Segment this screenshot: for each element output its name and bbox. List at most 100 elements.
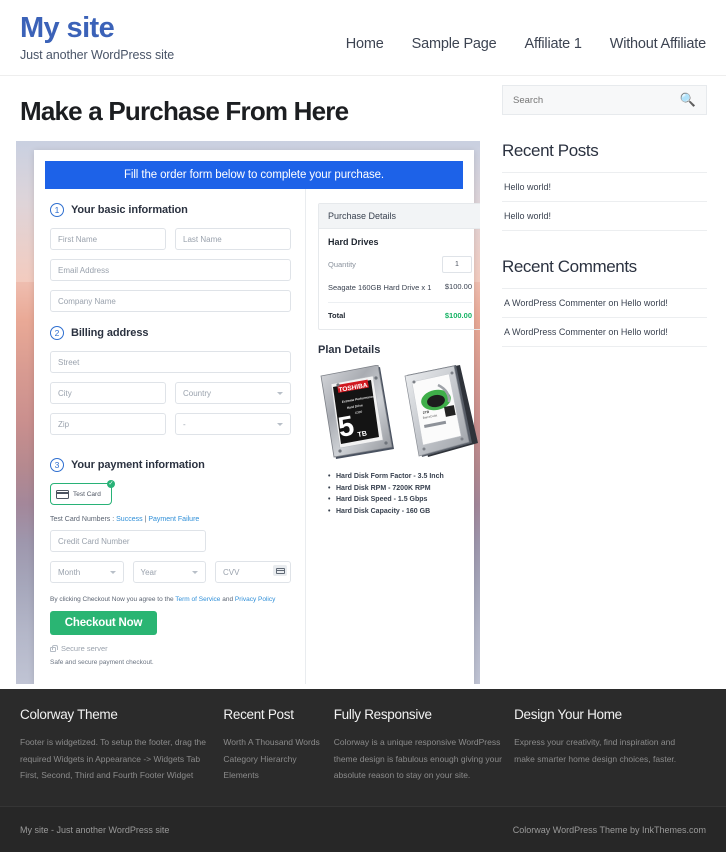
chevron-down-icon xyxy=(277,422,283,426)
step-3-number: 3 xyxy=(50,458,64,472)
nav-item-affiliate-1[interactable]: Affiliate 1 xyxy=(525,36,582,52)
page-body: Make a Purchase From Here Fill the order… xyxy=(0,76,726,684)
nav-item-sample-page[interactable]: Sample Page xyxy=(412,36,497,52)
footer-theme-credit: Colorway WordPress Theme by InkThemes.co… xyxy=(512,824,706,835)
search-input[interactable] xyxy=(513,94,680,106)
safe-checkout-note: Safe and secure payment checkout. xyxy=(50,659,154,666)
search-widget[interactable]: 🔍 xyxy=(502,85,707,115)
footer-column-text: Colorway is a unique responsive WordPres… xyxy=(333,737,502,781)
step-2-number: 2 xyxy=(50,326,64,340)
main-navigation: Home Sample Page Affiliate 1 Without Aff… xyxy=(346,12,708,52)
lock-icon xyxy=(50,645,58,652)
plan-spec-list: Hard Disk Form Factor - 3.5 Inch Hard Di… xyxy=(318,471,480,517)
spec-item: Hard Disk Form Factor - 3.5 Inch xyxy=(328,471,480,483)
list-item[interactable]: A WordPress Commenter on Hello world! xyxy=(502,317,707,347)
email-address-input[interactable]: Email Address xyxy=(50,259,291,281)
nav-item-without-affiliate[interactable]: Without Affiliate xyxy=(610,36,706,52)
plan-details-title: Plan Details xyxy=(318,344,381,357)
zip-input[interactable]: Zip xyxy=(50,413,166,435)
page-title: Make a Purchase From Here xyxy=(20,96,349,126)
state-select[interactable]: - xyxy=(175,413,291,435)
terms-of-service-link[interactable]: Term of Service xyxy=(175,596,220,603)
line-item-price: $100.00 xyxy=(444,282,472,291)
chevron-down-icon xyxy=(277,391,283,395)
product-title: Hard Drives xyxy=(328,237,379,247)
street-input[interactable]: Street xyxy=(50,351,291,373)
toshiba-hard-drive-image: TOSHIBA Extreme Performance Hard Drive X… xyxy=(320,365,394,460)
country-select-value: Country xyxy=(183,388,212,398)
recent-comments-title: Recent Comments xyxy=(502,257,637,276)
footer-column-title: Fully Responsive xyxy=(333,707,432,722)
terms-agreement-text: By clicking Checkout Now you agree to th… xyxy=(50,596,291,603)
total-label: Total xyxy=(328,311,346,321)
credit-card-icon xyxy=(56,489,69,499)
line-item-row: Seagate 160GB Hard Drive x 1 $100.00 xyxy=(328,282,472,304)
privacy-policy-link[interactable]: Privacy Policy xyxy=(235,596,275,603)
order-form-fields: 1 Your basic information First Name Last… xyxy=(34,189,306,684)
test-number-failure-link[interactable]: Payment Failure xyxy=(148,516,199,523)
list-item[interactable]: A WordPress Commenter on Hello world! xyxy=(502,288,707,317)
footer-column-text: Footer is widgetized. To setup the foote… xyxy=(20,737,207,781)
hard-drive-images: TOSHIBA Extreme Performance Hard Drive X… xyxy=(318,365,480,461)
expiry-month-select[interactable]: Month xyxy=(50,561,124,583)
first-name-input[interactable]: First Name xyxy=(50,228,166,250)
list-item[interactable]: Category Hierarchy xyxy=(223,751,333,768)
country-select[interactable]: Country xyxy=(175,382,291,404)
step-1-number: 1 xyxy=(50,203,64,217)
seagate-hard-drive-image: 2TB BarraCuda xyxy=(404,365,478,458)
purchase-details-header: Purchase Details xyxy=(319,204,480,229)
checkout-now-button[interactable]: Checkout Now xyxy=(50,611,157,635)
footer-column-title: Colorway Theme xyxy=(20,707,118,722)
state-select-value: - xyxy=(183,419,186,429)
spec-item: Hard Disk RPM - 7200K RPM xyxy=(328,483,480,495)
expiry-year-select[interactable]: Year xyxy=(132,561,206,583)
city-input[interactable]: City xyxy=(50,382,166,404)
check-circle-icon: ✓ xyxy=(107,480,115,488)
footer-site-credit: My site - Just another WordPress site xyxy=(20,824,170,835)
expiry-year-value: Year xyxy=(140,567,157,577)
footer-bottom-bar: My site - Just another WordPress site Co… xyxy=(0,806,726,852)
sidebar: 🔍 Recent Posts Hello world! Hello world!… xyxy=(502,76,707,684)
expiry-month-value: Month xyxy=(58,567,81,577)
recent-comment-link[interactable]: A WordPress Commenter on Hello world! xyxy=(504,327,668,337)
footer-column-title: Design Your Home xyxy=(514,707,622,722)
list-item[interactable]: Elements xyxy=(223,767,333,784)
recent-post-link[interactable]: Hello world! xyxy=(504,182,551,192)
search-icon[interactable]: 🔍 xyxy=(680,92,696,108)
list-item[interactable]: Hello world! xyxy=(502,201,707,231)
test-number-success-link[interactable]: Success xyxy=(116,516,142,523)
recent-post-link[interactable]: Hello world! xyxy=(504,211,551,221)
list-item[interactable]: Worth A Thousand Words xyxy=(223,734,333,751)
main-content: Make a Purchase From Here Fill the order… xyxy=(16,76,482,684)
order-summary-panel: Purchase Details Hard Drives Quantity 1 … xyxy=(306,189,480,684)
last-name-input[interactable]: Last Name xyxy=(175,228,291,250)
site-header: My site Just another WordPress site Home… xyxy=(0,0,726,76)
test-card-method-button[interactable]: Test Card ✓ xyxy=(50,480,115,505)
step-2-header: 2 Billing address xyxy=(50,326,291,340)
recent-comment-link[interactable]: A WordPress Commenter on Hello world! xyxy=(504,298,668,308)
spec-item: Hard Disk Capacity - 160 GB xyxy=(328,506,480,518)
nav-item-home[interactable]: Home xyxy=(346,36,384,52)
list-item[interactable]: Hello world! xyxy=(502,172,707,201)
purchase-form-container: Fill the order form below to complete yo… xyxy=(16,141,480,684)
chevron-down-icon xyxy=(192,570,198,574)
test-card-numbers-note: Test Card Numbers : Success | Payment Fa… xyxy=(50,516,291,523)
order-form-card: Fill the order form below to complete yo… xyxy=(34,150,480,684)
credit-card-number-input[interactable]: Credit Card Number xyxy=(50,530,206,552)
step-1-label: Your basic information xyxy=(71,204,188,216)
footer-recent-post-list: Worth A Thousand Words Category Hierarch… xyxy=(223,734,333,784)
site-brand[interactable]: My site Just another WordPress site xyxy=(20,12,174,62)
step-3-header: 3 Your payment information xyxy=(50,458,291,472)
secure-server-row: Secure server xyxy=(50,644,291,653)
step-1-header: 1 Your basic information xyxy=(50,203,291,217)
total-amount: $100.00 xyxy=(444,311,472,321)
agreement-and: and xyxy=(220,596,235,603)
brand-tagline: Just another WordPress site xyxy=(20,48,175,63)
recent-comments-list: A WordPress Commenter on Hello world! A … xyxy=(502,288,707,347)
agreement-prefix: By clicking Checkout Now you agree to th… xyxy=(50,596,176,603)
recent-posts-list: Hello world! Hello world! xyxy=(502,172,707,231)
company-name-input[interactable]: Company Name xyxy=(50,290,291,312)
step-3-label: Your payment information xyxy=(71,459,205,471)
quantity-input[interactable]: 1 xyxy=(442,256,472,273)
test-card-label: Test Card xyxy=(73,490,101,498)
